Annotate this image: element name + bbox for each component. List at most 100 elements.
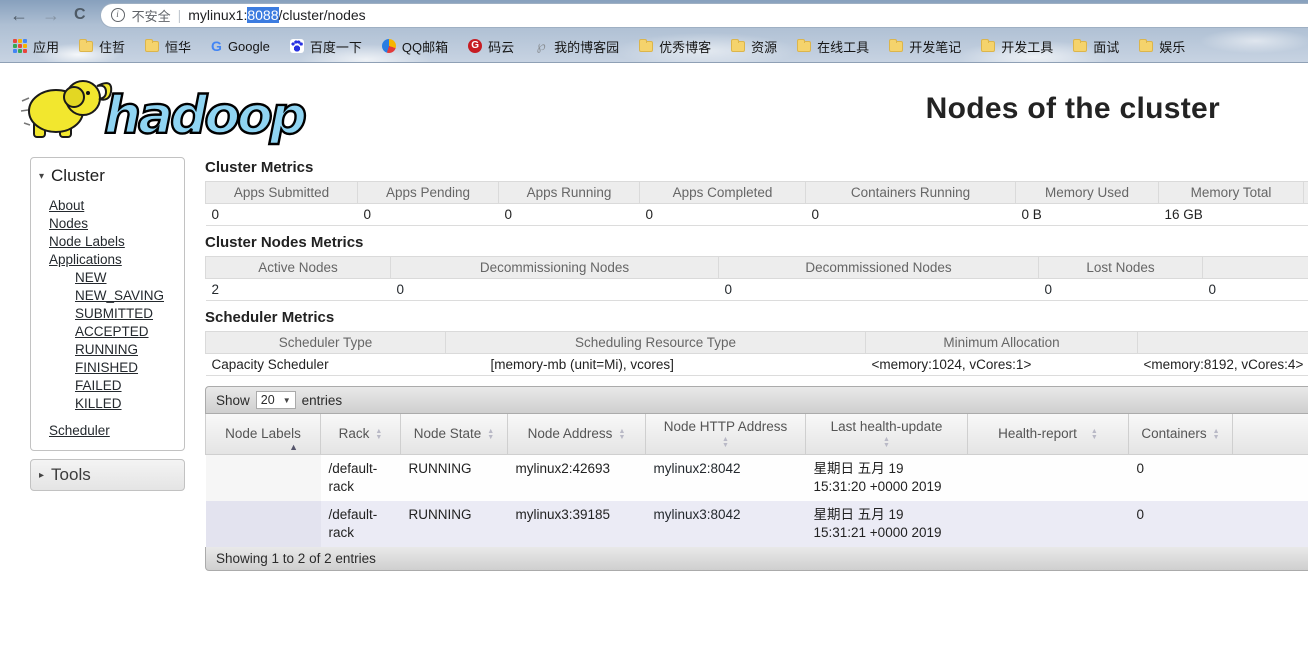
bookmark-folder-online-tools[interactable]: 在线工具 — [788, 34, 878, 59]
column-header: Apps Running — [499, 182, 640, 204]
sidebar-item-scheduler[interactable]: Scheduler — [49, 423, 110, 438]
bookmark-label: 开发笔记 — [909, 37, 961, 56]
column-header: Minimum Allocation — [866, 332, 1138, 354]
bookmark-folder-fun[interactable]: 娱乐 — [1130, 34, 1194, 59]
bookmark-label: QQ邮箱 — [402, 37, 448, 56]
column-header: Apps Submitted — [206, 182, 358, 204]
sidebar-item-running[interactable]: RUNNING — [75, 342, 138, 357]
column-label: Node State — [414, 426, 482, 441]
page-title: Nodes of the cluster — [926, 92, 1220, 126]
bookmark-folder-dev-tools[interactable]: 开发工具 — [972, 34, 1062, 59]
baidu-paw-icon — [290, 39, 304, 53]
address-bar[interactable]: i 不安全 | mylinux1:8088/cluster/nodes — [100, 3, 1308, 28]
sort-icon: ▲▼ — [375, 429, 382, 440]
unhealthy-nodes-link[interactable]: 0 — [1209, 282, 1217, 297]
bookmark-folder-dev-notes[interactable]: 开发笔记 — [880, 34, 970, 59]
decommissioned-nodes-link[interactable]: 0 — [725, 282, 733, 297]
page-size-select[interactable]: 20 ▼ — [256, 391, 296, 409]
bookmark-label: 应用 — [33, 37, 59, 56]
sidebar-item-failed[interactable]: FAILED — [75, 378, 122, 393]
bookmark-apps[interactable]: 应用 — [4, 34, 68, 59]
nodes-metrics-table: Active Nodes Decommissioning Nodes Decom… — [205, 256, 1308, 301]
sidebar-item-node-labels[interactable]: Node Labels — [49, 234, 125, 249]
bookmark-folder-zhuzhe[interactable]: 住哲 — [70, 34, 134, 59]
node-http-address-link[interactable]: mylinux3:8042 — [654, 507, 741, 522]
decommissioning-nodes-link[interactable]: 0 — [397, 282, 405, 297]
browser-chrome: ← → C i 不安全 | mylinux1:8088/cluster/node… — [0, 0, 1308, 62]
cluster-nav-title: Cluster — [51, 166, 105, 186]
info-icon[interactable]: i — [111, 8, 125, 22]
sort-icon: ▲▼ — [618, 429, 625, 440]
gitee-icon: G — [468, 39, 482, 53]
sidebar-item-submitted[interactable]: SUBMITTED — [75, 306, 153, 321]
column-label: Health-report — [998, 426, 1077, 441]
bookmark-label: 我的博客园 — [554, 37, 619, 56]
showing-entries-label: Showing 1 to 2 of 2 entries — [216, 551, 376, 566]
column-header-containers[interactable]: Containers▲▼ — [1129, 414, 1233, 454]
bookmark-label: 在线工具 — [817, 37, 869, 56]
last-health-update-cell: 星期日 五月 19 15:31:20 +0000 2019 — [806, 454, 968, 501]
column-header: Active Nodes — [206, 257, 391, 279]
sort-icon: ▲▼ — [722, 437, 729, 448]
sidebar-item-killed[interactable]: KILLED — [75, 396, 122, 411]
bookmark-folder-henghua[interactable]: 恒华 — [136, 34, 200, 59]
column-header-allocation-tags[interactable]: Allocation Tags — [1233, 414, 1308, 454]
last-health-update-cell: 星期日 五月 19 15:31:21 +0000 2019 — [806, 501, 968, 547]
metric-value: 0 B — [1016, 204, 1159, 226]
bookmark-baidu[interactable]: 百度一下 — [281, 34, 371, 59]
column-header: Scheduling Resource Type — [446, 332, 866, 354]
column-header: Apps Completed — [640, 182, 806, 204]
sidebar-item-about[interactable]: About — [49, 198, 84, 213]
forward-icon[interactable]: → — [42, 6, 60, 24]
bookmark-label: 百度一下 — [310, 37, 362, 56]
folder-icon — [1073, 41, 1087, 52]
metric-value: 0 — [1304, 204, 1308, 226]
sort-icon: ▲▼ — [883, 437, 890, 448]
back-icon[interactable]: ← — [10, 6, 28, 24]
sidebar-item-finished[interactable]: FINISHED — [75, 360, 138, 375]
allocation-tags-cell — [1233, 454, 1308, 501]
tools-nav-header[interactable]: ▸ Tools — [39, 465, 176, 485]
active-nodes-link[interactable]: 2 — [212, 282, 220, 297]
column-header-rack[interactable]: Rack▲▼ — [321, 414, 401, 454]
sidebar-item-new[interactable]: NEW — [75, 270, 107, 285]
lost-nodes-link[interactable]: 0 — [1045, 282, 1053, 297]
column-header-node-state[interactable]: Node State▲▼ — [401, 414, 508, 454]
tools-nav-box[interactable]: ▸ Tools — [30, 459, 185, 491]
column-header: Apps Pending — [358, 182, 499, 204]
sidebar-item-accepted[interactable]: ACCEPTED — [75, 324, 149, 339]
containers-cell: 0 — [1129, 454, 1233, 501]
bookmark-folder-resources[interactable]: 资源 — [722, 34, 786, 59]
cluster-metrics-values-row: 0 0 0 0 0 0 B 16 GB 0 — [206, 204, 1308, 226]
column-header-health-report[interactable]: Health-report▲▼ — [968, 414, 1129, 454]
bookmark-google[interactable]: G Google — [202, 36, 279, 57]
cluster-nav-header[interactable]: ▾ Cluster — [31, 164, 184, 190]
main-content: Cluster Metrics Apps Submitted Apps Pend… — [205, 157, 1308, 571]
column-header-node-http-address[interactable]: Node HTTP Address▲▼ — [646, 414, 806, 454]
bookmark-folder-interview[interactable]: 面试 — [1064, 34, 1128, 59]
sidebar-item-new-saving[interactable]: NEW_SAVING — [75, 288, 164, 303]
health-report-cell — [968, 501, 1129, 547]
column-header: Decommissioned Nodes — [719, 257, 1039, 279]
bookmark-gitee[interactable]: G 码云 — [459, 34, 523, 59]
column-header-node-labels[interactable]: Node Labels ▲ — [206, 414, 321, 454]
tools-nav-title: Tools — [51, 465, 91, 485]
rack-cell: /default-rack — [321, 454, 401, 501]
page-header: hadoop Nodes of the cluster — [0, 63, 1308, 149]
folder-icon — [981, 41, 995, 52]
minimum-allocation-value: <memory:1024, vCores:1> — [866, 354, 1138, 376]
bookmark-qqmail[interactable]: QQ邮箱 — [373, 34, 457, 59]
bookmark-folder-blogs[interactable]: 优秀博客 — [630, 34, 720, 59]
svg-text:hadoop: hadoop — [104, 86, 306, 146]
column-header-node-address[interactable]: Node Address▲▼ — [508, 414, 646, 454]
bookmark-cnblogs[interactable]: ℘ 我的博客园 — [525, 34, 628, 59]
column-header-last-health-update[interactable]: Last health-update▲▼ — [806, 414, 968, 454]
bookmark-label: 码云 — [488, 37, 514, 56]
reload-icon[interactable]: C — [74, 7, 86, 23]
node-http-address-link[interactable]: mylinux2:8042 — [654, 461, 741, 476]
sidebar-item-nodes[interactable]: Nodes — [49, 216, 88, 231]
node-state-cell: RUNNING — [401, 501, 508, 547]
folder-icon — [889, 41, 903, 52]
url-text[interactable]: mylinux1:8088/cluster/nodes — [188, 7, 365, 23]
sidebar-item-applications[interactable]: Applications — [49, 252, 122, 267]
